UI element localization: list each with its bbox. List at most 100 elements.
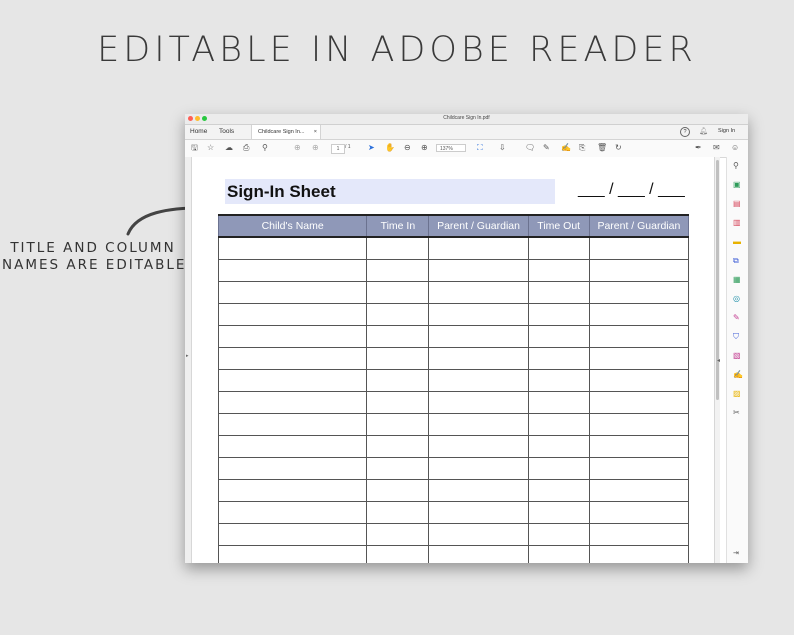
scan-ocr-icon[interactable]: ◎ <box>733 294 740 303</box>
table-cell[interactable] <box>588 523 690 546</box>
table-cell[interactable] <box>217 413 368 436</box>
collapse-right-panel-icon[interactable]: ◂ <box>717 357 720 364</box>
table-cell[interactable] <box>588 347 690 370</box>
table-cell[interactable] <box>588 281 690 304</box>
table-cell[interactable] <box>428 435 529 458</box>
zoom-out-icon[interactable]: ⊖ <box>404 143 411 153</box>
table-cell[interactable] <box>217 369 368 392</box>
column-header-parent-guardian-in[interactable]: Parent / Guardian <box>428 214 529 238</box>
table-cell[interactable] <box>527 325 590 348</box>
table-cell[interactable] <box>366 236 430 260</box>
table-cell[interactable] <box>366 457 430 480</box>
table-cell[interactable] <box>217 545 368 563</box>
page-up-icon[interactable]: ⊕ <box>294 143 301 153</box>
table-cell[interactable] <box>588 545 690 563</box>
table-cell[interactable] <box>527 369 590 392</box>
pen-icon[interactable]: ✎ <box>543 143 550 153</box>
protect-icon[interactable]: ⛉ <box>733 332 739 341</box>
scrollbar-thumb[interactable] <box>716 160 719 400</box>
table-cell[interactable] <box>588 369 690 392</box>
table-cell[interactable] <box>428 347 529 370</box>
search-icon[interactable]: ⚲ <box>262 143 268 153</box>
column-header-childs-name[interactable]: Child's Name <box>217 214 368 238</box>
table-cell[interactable] <box>217 325 368 348</box>
table-cell[interactable] <box>588 479 690 502</box>
table-cell[interactable] <box>366 369 430 392</box>
scroll-mode-icon[interactable]: ⇩ <box>499 143 506 153</box>
bookmark-star-icon[interactable]: ☆ <box>207 143 214 153</box>
table-cell[interactable] <box>366 413 430 436</box>
comment-tool-icon[interactable]: ▬ <box>733 237 741 246</box>
print-icon[interactable]: ⎙ <box>243 143 249 153</box>
table-cell[interactable] <box>588 259 690 282</box>
table-cell[interactable] <box>428 236 529 260</box>
account-icon[interactable]: ☺ <box>731 143 739 153</box>
sign-in-link[interactable]: Sign In <box>718 128 735 134</box>
save-icon[interactable]: 🖫 <box>191 143 198 153</box>
left-panel-toggle[interactable]: ▸ <box>185 157 191 563</box>
zoom-in-icon[interactable]: ⊕ <box>421 143 428 153</box>
table-cell[interactable] <box>366 523 430 546</box>
table-cell[interactable] <box>217 523 368 546</box>
edit-pdf-icon[interactable]: ▥ <box>733 218 741 227</box>
prepare-form-icon[interactable]: ▧ <box>733 351 741 360</box>
table-cell[interactable] <box>217 347 368 370</box>
table-cell[interactable] <box>217 259 368 282</box>
table-cell[interactable] <box>527 479 590 502</box>
table-cell[interactable] <box>217 303 368 326</box>
request-signature-icon[interactable]: ✍ <box>733 370 743 379</box>
delete-icon[interactable]: 🗑 <box>597 143 607 153</box>
column-header-time-out[interactable]: Time Out <box>527 214 590 238</box>
organize-pages-icon[interactable]: ▦ <box>733 275 741 284</box>
highlight-icon[interactable]: ✍ <box>561 143 571 153</box>
more-tools-icon[interactable]: ✂ <box>733 408 740 417</box>
table-cell[interactable] <box>588 457 690 480</box>
document-tab[interactable]: Childcare Sign In... × <box>251 125 321 139</box>
create-pdf-icon[interactable]: ▤ <box>733 199 741 208</box>
table-cell[interactable] <box>428 413 529 436</box>
table-cell[interactable] <box>588 236 690 260</box>
table-cell[interactable] <box>217 391 368 414</box>
table-cell[interactable] <box>366 391 430 414</box>
table-cell[interactable] <box>217 457 368 480</box>
column-header-parent-guardian-out[interactable]: Parent / Guardian <box>588 214 690 238</box>
zoom-tool-icon[interactable]: ⚲ <box>733 161 739 170</box>
table-cell[interactable] <box>527 435 590 458</box>
table-cell[interactable] <box>588 303 690 326</box>
table-cell[interactable] <box>588 391 690 414</box>
table-cell[interactable] <box>366 435 430 458</box>
rotate-icon[interactable]: ↻ <box>615 143 622 153</box>
table-cell[interactable] <box>428 457 529 480</box>
table-cell[interactable] <box>527 413 590 436</box>
table-cell[interactable] <box>366 325 430 348</box>
page-down-icon[interactable]: ⊕ <box>312 143 319 153</box>
table-cell[interactable] <box>527 259 590 282</box>
table-cell[interactable] <box>366 545 430 563</box>
table-cell[interactable] <box>217 501 368 524</box>
table-cell[interactable] <box>217 479 368 502</box>
fill-sign-tool-icon[interactable]: ✎ <box>733 313 740 322</box>
table-cell[interactable] <box>428 325 529 348</box>
table-cell[interactable] <box>217 435 368 458</box>
table-cell[interactable] <box>527 303 590 326</box>
stamp-icon[interactable]: ⎘ <box>579 143 585 153</box>
table-cell[interactable] <box>428 259 529 282</box>
date-field[interactable]: ___ / ___ / ___ <box>578 181 688 199</box>
send-review-icon[interactable]: ▨ <box>733 389 741 398</box>
combine-files-icon[interactable]: ⧉ <box>733 256 739 265</box>
table-cell[interactable] <box>428 545 529 563</box>
upload-cloud-icon[interactable]: ☁ <box>225 143 233 153</box>
table-cell[interactable] <box>428 501 529 524</box>
tools-menu[interactable]: Tools <box>219 128 234 135</box>
help-icon[interactable]: ? <box>680 127 690 137</box>
table-cell[interactable] <box>527 391 590 414</box>
table-cell[interactable] <box>527 236 590 260</box>
table-cell[interactable] <box>527 523 590 546</box>
export-pdf-icon[interactable]: ▣ <box>733 180 741 189</box>
fill-sign-icon[interactable]: ✒ <box>695 143 702 153</box>
comment-icon[interactable]: 🗨 <box>525 143 535 153</box>
table-cell[interactable] <box>527 347 590 370</box>
page-number-input[interactable]: 1 <box>331 144 345 154</box>
close-tab-icon[interactable]: × <box>314 125 317 139</box>
table-cell[interactable] <box>366 259 430 282</box>
